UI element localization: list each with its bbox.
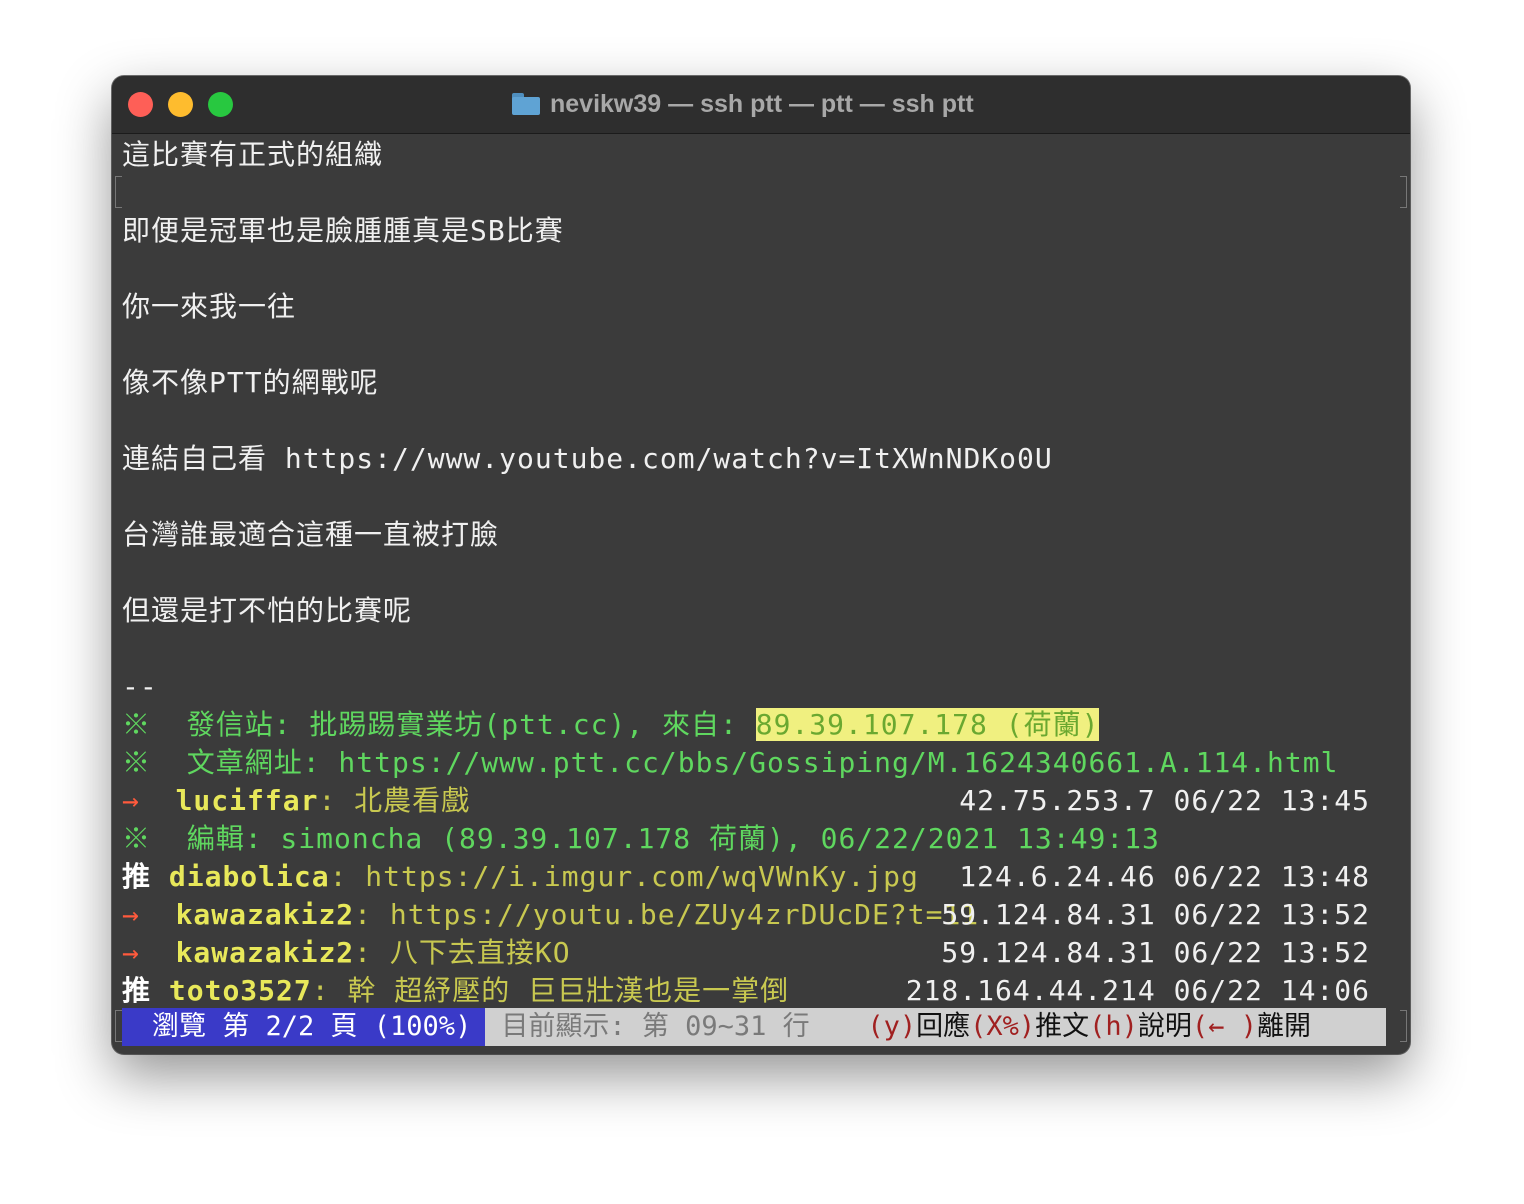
scroll-bracket-right — [1400, 176, 1407, 208]
zoom-button[interactable] — [208, 92, 233, 117]
exit-key[interactable]: (← ) — [1192, 1011, 1257, 1042]
push-text: : 幹 超紓壓的 巨巨壯漢也是一掌倒 — [311, 974, 790, 1007]
window-title-text: nevikw39 — ssh ptt — ptt — ssh ptt — [550, 89, 974, 118]
terminal-window: nevikw39 — ssh ptt — ptt — ssh ptt 這比賽有正… — [112, 76, 1410, 1054]
edit-line: ※ 編輯: simoncha (89.39.107.178 荷蘭), 06/22… — [122, 822, 1160, 855]
push-row: → kawazakiz2: 八下去直接KO — [122, 934, 571, 972]
push-row: 推 diabolica: https://i.imgur.com/wqVWnKy… — [122, 858, 919, 896]
push-row: → kawazakiz2: https://youtu.be/ZUy4zrDUc… — [122, 896, 979, 934]
push-meta: 42.75.253.7 06/22 13:45 — [959, 784, 1370, 817]
article-line: 你一來我一往 — [122, 290, 297, 323]
minimize-button[interactable] — [168, 92, 193, 117]
push-tag: 推 — [122, 860, 152, 893]
article-url-line[interactable]: ※ 文章網址: https://www.ptt.cc/bbs/Gossiping… — [122, 744, 1338, 782]
close-button[interactable] — [128, 92, 153, 117]
push-text: : 北農看戲 — [318, 784, 471, 817]
sent-from-line: ※ 發信站: 批踢踢實業坊(ptt.cc), 來自: 89.39.107.178… — [122, 706, 1100, 744]
push-meta: 124.6.24.46 06/22 13:48 — [959, 860, 1370, 893]
sent-from-label: ※ 發信站: 批踢踢實業坊(ptt.cc), 來自: — [122, 708, 756, 741]
push-text[interactable]: : https://i.imgur.com/wqVWnKy.jpg — [330, 860, 919, 893]
push-tag: 推 — [122, 974, 152, 1007]
arrow-tag: → — [122, 784, 140, 817]
arrow-tag: → — [122, 898, 140, 931]
push-text[interactable]: : https://youtu.be/ZUy4zrDUcDE?t=11 — [354, 898, 979, 931]
reply-key[interactable]: (y) — [867, 1011, 916, 1042]
help-key[interactable]: (h) — [1089, 1011, 1138, 1042]
push-meta: 59.124.84.31 06/22 13:52 — [941, 936, 1370, 969]
article-line: 連結自己看 https://www.youtube.com/watch?v=It… — [122, 442, 1053, 475]
push-user: toto3527 — [168, 974, 312, 1007]
article-line: 這比賽有正式的組織 — [122, 138, 384, 171]
push-label: 推文 — [1035, 1011, 1090, 1042]
push-user: kawazakiz2 — [175, 898, 355, 931]
page-indicator: 瀏覽 第 2/2 頁 (100%) — [122, 1008, 486, 1046]
signature-separator: -- — [122, 670, 158, 703]
status-bracket-right — [1400, 1010, 1407, 1042]
scroll-bracket-left — [115, 176, 122, 208]
folder-icon — [512, 93, 540, 115]
push-user: kawazakiz2 — [175, 936, 355, 969]
status-bar: 瀏覽 第 2/2 頁 (100%) 目前顯示: 第 09~31 行 (y)回應(… — [122, 1008, 1386, 1046]
line-range-info: 目前顯示: 第 09~31 行 — [501, 1011, 810, 1042]
article-line: 台灣誰最適合這種一直被打臉 — [122, 518, 500, 551]
terminal-content[interactable]: 這比賽有正式的組織 即便是冠軍也是臉腫腫真是SB比賽 你一來我一往 像不像PTT… — [112, 134, 1410, 1054]
sent-ip-highlight[interactable]: 89.39.107.178 (荷蘭) — [755, 708, 1100, 741]
window-title: nevikw39 — ssh ptt — ptt — ssh ptt — [512, 88, 1112, 120]
reply-label: 回應 — [916, 1011, 971, 1042]
key-hints: (y)回應(X%)推文(h)說明(← )離開 — [867, 1008, 1311, 1046]
push-row: → luciffar: 北農看戲 — [122, 782, 470, 820]
article-line: 像不像PTT的網戰呢 — [122, 366, 379, 399]
push-meta: 59.124.84.31 06/22 13:52 — [941, 898, 1370, 931]
arrow-tag: → — [122, 936, 140, 969]
push-user: diabolica — [168, 860, 330, 893]
push-text: : 八下去直接KO — [354, 936, 571, 969]
exit-label: 離開 — [1256, 1011, 1311, 1042]
help-label: 說明 — [1137, 1011, 1192, 1042]
article-line: 即便是冠軍也是臉腫腫真是SB比賽 — [122, 214, 564, 247]
title-bar: nevikw39 — ssh ptt — ptt — ssh ptt — [112, 76, 1410, 134]
push-row: 推 toto3527: 幹 超紓壓的 巨巨壯漢也是一掌倒 — [122, 972, 789, 1010]
push-meta: 218.164.44.214 06/22 14:06 — [905, 974, 1370, 1007]
status-bracket-left — [115, 1010, 122, 1042]
article-line: 但還是打不怕的比賽呢 — [122, 594, 413, 627]
push-user: luciffar — [175, 784, 319, 817]
push-key[interactable]: (X%) — [970, 1011, 1035, 1042]
